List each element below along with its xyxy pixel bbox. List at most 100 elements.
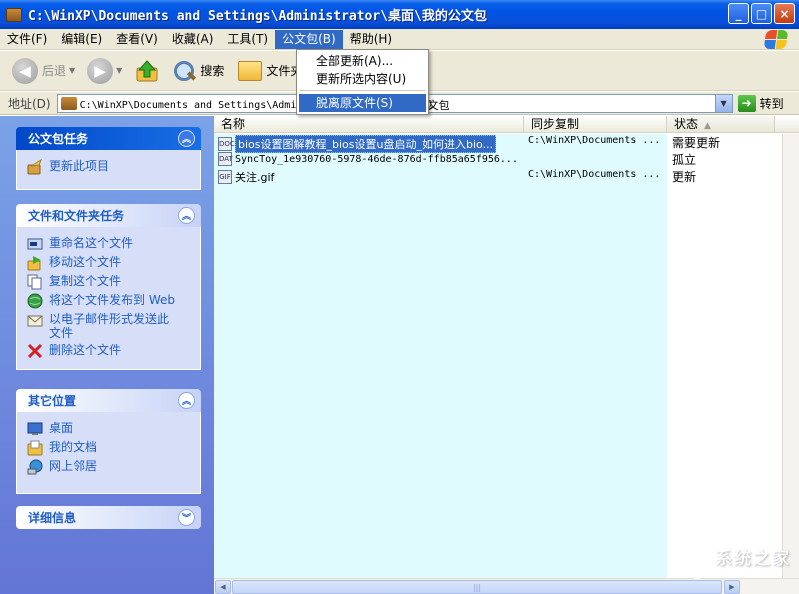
network-icon — [27, 459, 43, 475]
up-folder-icon — [134, 58, 160, 84]
briefcase-tasks-header[interactable]: 公文包任务 ︽ — [16, 127, 201, 150]
go-arrow-icon: ➜ — [737, 94, 756, 112]
task-label: 以电子邮件形式发送此文件 — [49, 312, 170, 340]
menu-item-update-all[interactable]: 全部更新(A)... — [299, 52, 426, 70]
back-dropdown-icon[interactable]: ▼ — [69, 66, 75, 75]
expand-icon[interactable]: ︾ — [178, 509, 195, 526]
forward-arrow-icon: ▶ — [87, 57, 114, 84]
column-name-label: 名称 — [221, 117, 246, 131]
column-status-label: 状态 — [674, 117, 699, 131]
collapse-icon[interactable]: ︽ — [178, 130, 195, 147]
column-filler — [775, 116, 799, 132]
minimize-button[interactable]: _ — [728, 3, 749, 24]
forward-dropdown-icon[interactable]: ▼ — [116, 66, 122, 75]
search-button[interactable]: 搜索 — [168, 54, 228, 88]
file-name: 关注.gif — [235, 171, 275, 184]
close-button[interactable]: × — [774, 3, 795, 24]
title-bar[interactable]: C:\WinXP\Documents and Settings\Administ… — [0, 0, 799, 29]
task-label: 网上邻居 — [49, 459, 98, 473]
maximize-button[interactable]: □ — [751, 3, 772, 24]
task-delete[interactable]: 删除这个文件 — [27, 343, 192, 359]
task-label: 桌面 — [49, 421, 74, 435]
briefcase-menu: 全部更新(A)... 更新所选内容(U) 脱离原文件(S) — [296, 49, 429, 115]
rename-icon — [27, 236, 43, 252]
table-row[interactable]: DOC bios设置图解教程_bios设置u盘启动_如何进入bio... C:\… — [214, 134, 782, 153]
file-name-cell: GIF 关注.gif — [218, 169, 524, 185]
document-file-icon: DOC — [218, 137, 235, 151]
other-places-title: 其它位置 — [28, 394, 77, 408]
menu-edit[interactable]: 编辑(E) — [54, 30, 109, 49]
briefcase-tasks-title: 公文包任务 — [28, 132, 89, 146]
copy-icon — [27, 274, 43, 290]
menu-favorites[interactable]: 收藏(A) — [165, 30, 221, 49]
details-header[interactable]: 详细信息 ︾ — [16, 506, 201, 529]
task-publish-web[interactable]: 将这个文件发布到 Web — [27, 293, 192, 309]
column-sync-label: 同步复制 — [531, 117, 580, 131]
file-tasks-title: 文件和文件夹任务 — [28, 209, 125, 223]
task-move[interactable]: 移动这个文件 — [27, 255, 192, 271]
menu-help[interactable]: 帮助(H) — [343, 30, 399, 49]
file-list-view[interactable]: 名称 同步复制 状态 ▲ DOC bios设置图解教程_bios设置u盘启动_如何… — [214, 116, 799, 594]
collapse-icon[interactable]: ︽ — [178, 207, 195, 224]
task-label: 移动这个文件 — [49, 255, 122, 269]
task-update-item[interactable]: 更新此项目 — [27, 159, 192, 175]
other-places-panel: 其它位置 ︽ 桌面 我的文档 网上邻居 — [16, 389, 201, 494]
file-name-cell: DAT SyncToy_1e930760-5978-46de-876d-ffb8… — [218, 152, 524, 166]
windows-logo-icon — [763, 30, 789, 49]
up-folder-button[interactable] — [130, 54, 164, 88]
column-name[interactable]: 名称 — [214, 116, 524, 132]
menu-item-update-selection[interactable]: 更新所选内容(U) — [299, 70, 426, 88]
file-tasks-header[interactable]: 文件和文件夹任务 ︽ — [16, 204, 201, 227]
scroll-thumb[interactable]: ||| — [232, 580, 722, 594]
web-publish-icon — [27, 293, 43, 309]
delete-icon — [27, 343, 43, 359]
status-cell: 孤立 — [672, 153, 697, 167]
briefcase-tasks-body: 更新此项目 — [16, 150, 201, 190]
place-desktop[interactable]: 桌面 — [27, 421, 192, 437]
column-header: 名称 同步复制 状态 ▲ — [214, 116, 799, 133]
column-status[interactable]: 状态 ▲ — [667, 116, 775, 132]
address-folder-icon — [60, 96, 77, 110]
menu-item-split-from-original[interactable]: 脱离原文件(S) — [299, 94, 426, 112]
status-cell: 更新 — [672, 170, 697, 184]
menu-separator — [300, 90, 425, 91]
address-dropdown-icon[interactable]: ▼ — [714, 94, 732, 112]
menu-view[interactable]: 查看(V) — [109, 30, 165, 49]
table-row[interactable]: GIF 关注.gif C:\WinXP\Documents ... 更新 — [214, 168, 782, 184]
task-email[interactable]: 以电子邮件形式发送此文件 — [27, 312, 192, 340]
update-icon — [27, 159, 43, 175]
desktop-icon — [27, 421, 43, 437]
address-value-tail: 文包 — [427, 98, 450, 112]
task-copy[interactable]: 复制这个文件 — [27, 274, 192, 290]
status-cell: 需要更新 — [672, 136, 721, 150]
back-button[interactable]: ◀ 后退 ▼ — [8, 54, 79, 88]
horizontal-scrollbar[interactable]: ◀ ||| ▶ — [214, 578, 799, 594]
place-network[interactable]: 网上邻居 — [27, 459, 192, 475]
vertical-scrollbar[interactable] — [782, 134, 799, 579]
sort-ascending-icon: ▲ — [704, 121, 711, 131]
menu-file[interactable]: 文件(F) — [0, 30, 54, 49]
task-label: 重命名这个文件 — [49, 236, 134, 250]
task-rename[interactable]: 重命名这个文件 — [27, 236, 192, 252]
task-label: 我的文档 — [49, 440, 98, 454]
task-label: 复制这个文件 — [49, 274, 122, 288]
place-my-documents[interactable]: 我的文档 — [27, 440, 192, 456]
scroll-left-icon[interactable]: ◀ — [215, 580, 231, 594]
table-row[interactable]: DAT SyncToy_1e930760-5978-46de-876d-ffb8… — [214, 151, 782, 167]
go-label: 转到 — [759, 96, 784, 111]
forward-button[interactable]: ▶ ▼ — [83, 54, 126, 88]
column-sync-copy[interactable]: 同步复制 — [524, 116, 667, 132]
task-label: 更新此项目 — [49, 159, 110, 173]
file-tasks-panel: 文件和文件夹任务 ︽ 重命名这个文件 移动这个文件 复制这个文件 将这个文件发布… — [16, 204, 201, 370]
menu-bar: 文件(F) 编辑(E) 查看(V) 收藏(A) 工具(T) 公文包(B) 帮助(… — [0, 29, 799, 50]
menu-briefcase[interactable]: 公文包(B) — [275, 29, 343, 49]
task-label: 将这个文件发布到 Web — [49, 293, 175, 307]
data-file-icon: DAT — [218, 152, 233, 166]
other-places-header[interactable]: 其它位置 ︽ — [16, 389, 201, 412]
task-label: 删除这个文件 — [49, 343, 122, 357]
my-documents-icon — [27, 440, 43, 456]
scroll-right-icon[interactable]: ▶ — [724, 580, 740, 594]
menu-tools[interactable]: 工具(T) — [220, 30, 275, 49]
collapse-icon[interactable]: ︽ — [178, 392, 195, 409]
go-button[interactable]: ➜ 转到 — [737, 94, 784, 112]
